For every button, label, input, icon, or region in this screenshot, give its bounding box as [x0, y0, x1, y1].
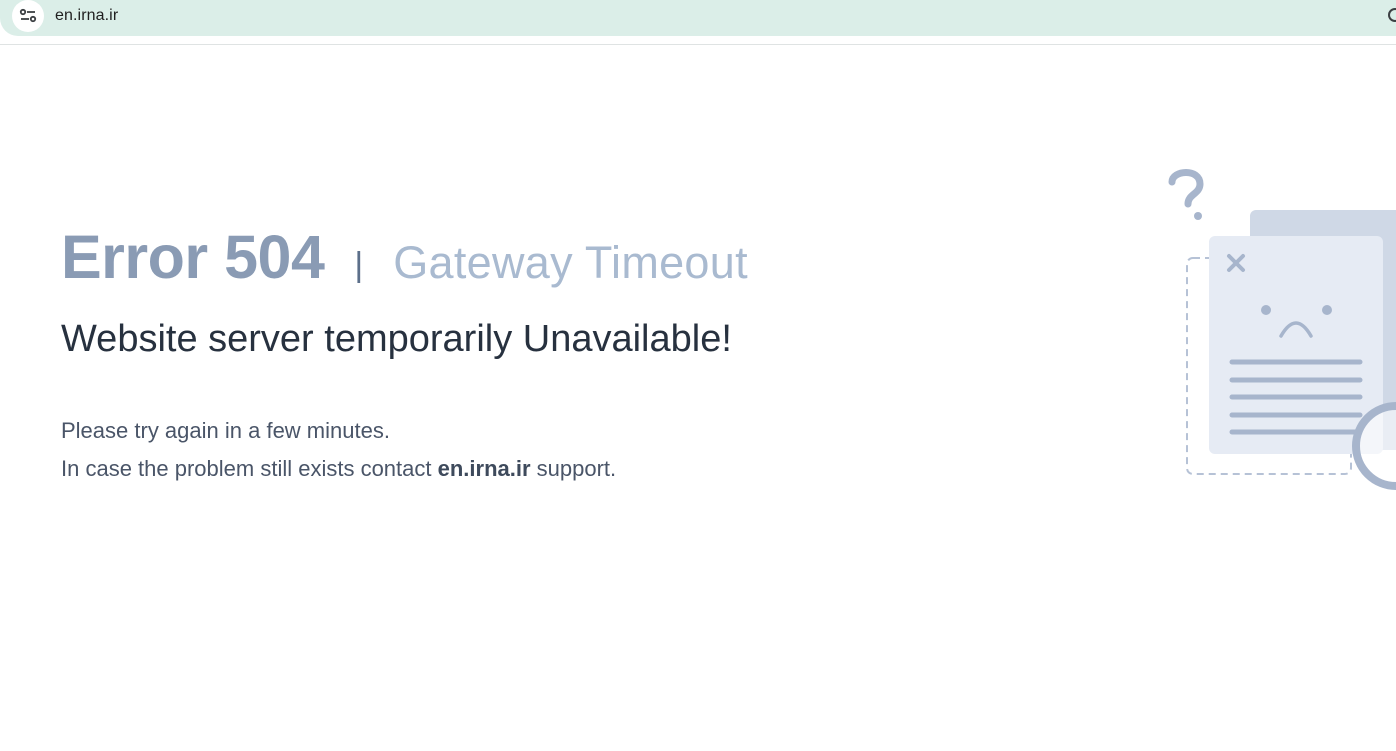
- sad-document-icon: [1160, 160, 1396, 500]
- lens-icon[interactable]: [1388, 8, 1396, 22]
- contact-message: In case the problem still exists contact…: [61, 456, 616, 482]
- contact-suffix: support.: [530, 456, 617, 481]
- headline-separator: |: [354, 246, 364, 284]
- contact-prefix: In case the problem still exists contact: [61, 456, 438, 481]
- error-headline: Error 504 | Gateway Timeout: [61, 222, 748, 292]
- tune-icon: [19, 8, 37, 23]
- retry-message: Please try again in a few minutes.: [61, 418, 390, 443]
- url-text[interactable]: en.irna.ir: [55, 7, 118, 25]
- address-bar[interactable]: en.irna.ir: [0, 0, 1396, 36]
- site-info-button[interactable]: [12, 0, 44, 32]
- error-code: Error 504: [61, 223, 325, 291]
- error-subtitle: Website server temporarily Unavailable!: [61, 318, 732, 360]
- contact-domain: en.irna.ir: [437, 456, 531, 481]
- error-title: Gateway Timeout: [393, 237, 748, 288]
- browser-toolbar: en.irna.ir: [0, 0, 1396, 45]
